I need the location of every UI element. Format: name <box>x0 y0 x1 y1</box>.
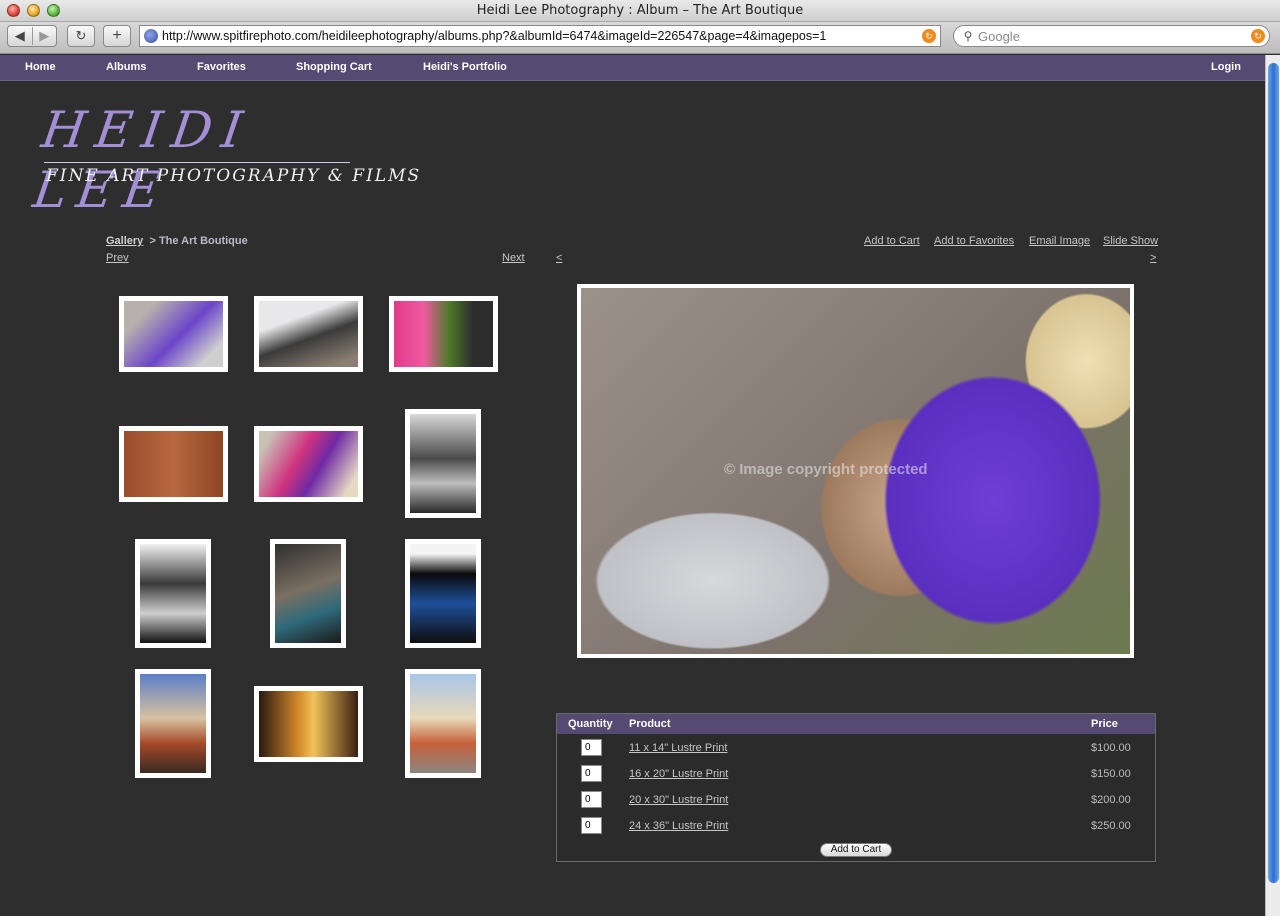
back-arrow-icon[interactable]: ◀ <box>8 28 32 44</box>
table-row: 0 16 x 20" Lustre Print $150.00 <box>557 765 1155 785</box>
breadcrumb-separator: > <box>149 235 156 247</box>
product-table: Quantity Product Price 0 11 x 14" Lustre… <box>556 713 1156 862</box>
thumbnail-photo[interactable] <box>254 686 363 762</box>
reload-icon: ↻ <box>75 28 87 43</box>
quantity-input[interactable]: 0 <box>581 791 602 808</box>
product-link[interactable]: 16 x 20" Lustre Print <box>629 768 728 780</box>
logo-subtitle: FINE ART PHOTOGRAPHY & FILMS <box>46 166 422 186</box>
product-link[interactable]: 20 x 30" Lustre Print <box>629 794 728 806</box>
thumbnail-photo[interactable] <box>405 409 481 518</box>
search-bar[interactable]: ⚲ Google ↻ <box>953 25 1270 47</box>
nav-portfolio[interactable]: Heidi's Portfolio <box>423 61 507 73</box>
window-titlebar: Heidi Lee Photography : Album – The Art … <box>0 0 1280 22</box>
thumbnail-photo[interactable] <box>270 539 346 648</box>
product-price: $150.00 <box>1091 768 1131 780</box>
slide-show-link[interactable]: Slide Show <box>1103 235 1158 247</box>
plus-icon: + <box>112 27 122 44</box>
thumbnail-photo[interactable] <box>389 296 498 372</box>
table-row: 0 11 x 14" Lustre Print $100.00 <box>557 739 1155 759</box>
address-bar[interactable]: http://www.spitfirephoto.com/heidileepho… <box>139 25 941 47</box>
add-to-favorites-link[interactable]: Add to Favorites <box>934 235 1014 247</box>
column-price: Price <box>1091 718 1118 730</box>
logo-divider <box>44 162 350 163</box>
breadcrumb-current: The Art Boutique <box>158 235 248 247</box>
breadcrumb-gallery-link[interactable]: Gallery <box>106 235 143 247</box>
url-input[interactable]: http://www.spitfirephoto.com/heidileepho… <box>162 29 922 43</box>
product-link[interactable]: 11 x 14" Lustre Print <box>629 742 727 754</box>
thumbnail-photo[interactable] <box>405 539 481 648</box>
search-clear-icon[interactable]: ↻ <box>1251 29 1265 43</box>
prev-page-link[interactable]: Prev <box>106 252 129 264</box>
nav-favorites[interactable]: Favorites <box>197 61 246 73</box>
forward-arrow-icon[interactable]: ▶ <box>33 28 57 44</box>
product-price: $100.00 <box>1091 742 1131 754</box>
nav-shopping-cart[interactable]: Shopping Cart <box>296 61 372 73</box>
add-to-cart-link[interactable]: Add to Cart <box>864 235 920 247</box>
previous-image-link[interactable]: < <box>556 252 562 264</box>
window-title: Heidi Lee Photography : Album – The Art … <box>476 3 804 18</box>
product-link[interactable]: 24 x 36" Lustre Print <box>629 820 728 832</box>
table-row: 0 20 x 30" Lustre Print $200.00 <box>557 791 1155 811</box>
nav-albums[interactable]: Albums <box>106 61 146 73</box>
nav-home[interactable]: Home <box>25 61 56 73</box>
search-input[interactable]: Google <box>978 29 1251 44</box>
thumbnail-photo[interactable] <box>254 296 363 372</box>
next-image-link[interactable]: > <box>1150 252 1156 264</box>
table-header: Quantity Product Price <box>557 714 1155 734</box>
column-product: Product <box>629 718 671 730</box>
product-price: $200.00 <box>1091 794 1131 806</box>
add-bookmark-button[interactable]: + <box>103 25 131 47</box>
breadcrumb: Gallery > The Art Boutique <box>106 235 248 247</box>
quantity-input[interactable]: 0 <box>581 817 602 834</box>
site-logo[interactable]: HEIDI LEE FINE ART PHOTOGRAPHY & FILMS <box>30 100 419 219</box>
thumbnail-photo[interactable] <box>135 669 211 778</box>
site-favicon-icon <box>144 29 158 43</box>
thumbnail-photo[interactable] <box>135 539 211 648</box>
back-forward-control: ◀ ▶ <box>7 25 57 47</box>
thumbnail-photo[interactable] <box>119 426 228 502</box>
column-quantity: Quantity <box>568 718 613 730</box>
next-page-link[interactable]: Next <box>502 252 525 264</box>
thumbnail-photo[interactable] <box>405 669 481 778</box>
browser-toolbar: ◀ ▶ ↻ + http://www.spitfirephoto.com/hei… <box>0 22 1280 54</box>
product-price: $250.00 <box>1091 820 1131 832</box>
rss-feed-icon[interactable]: ↻ <box>922 29 936 43</box>
nav-login[interactable]: Login <box>1211 61 1241 73</box>
scrollbar-thumb[interactable] <box>1268 63 1279 883</box>
vertical-scrollbar[interactable] <box>1265 55 1280 916</box>
email-image-link[interactable]: Email Image <box>1029 235 1090 247</box>
quantity-input[interactable]: 0 <box>581 739 602 756</box>
copyright-watermark: © Image copyright protected <box>724 461 928 478</box>
table-row: 0 24 x 36" Lustre Print $250.00 <box>557 817 1155 837</box>
search-icon[interactable]: ⚲ <box>958 29 978 43</box>
main-photo: © Image copyright protected <box>577 284 1134 658</box>
add-to-cart-button[interactable]: Add to Cart <box>820 843 892 857</box>
logo-title: HEIDI LEE <box>29 101 256 219</box>
quantity-input[interactable]: 0 <box>581 765 602 782</box>
thumbnail-photo[interactable] <box>119 296 228 372</box>
reload-button[interactable]: ↻ <box>67 25 95 47</box>
thumbnail-photo[interactable] <box>254 426 363 502</box>
site-nav-bar: Home Albums Favorites Shopping Cart Heid… <box>0 55 1265 81</box>
